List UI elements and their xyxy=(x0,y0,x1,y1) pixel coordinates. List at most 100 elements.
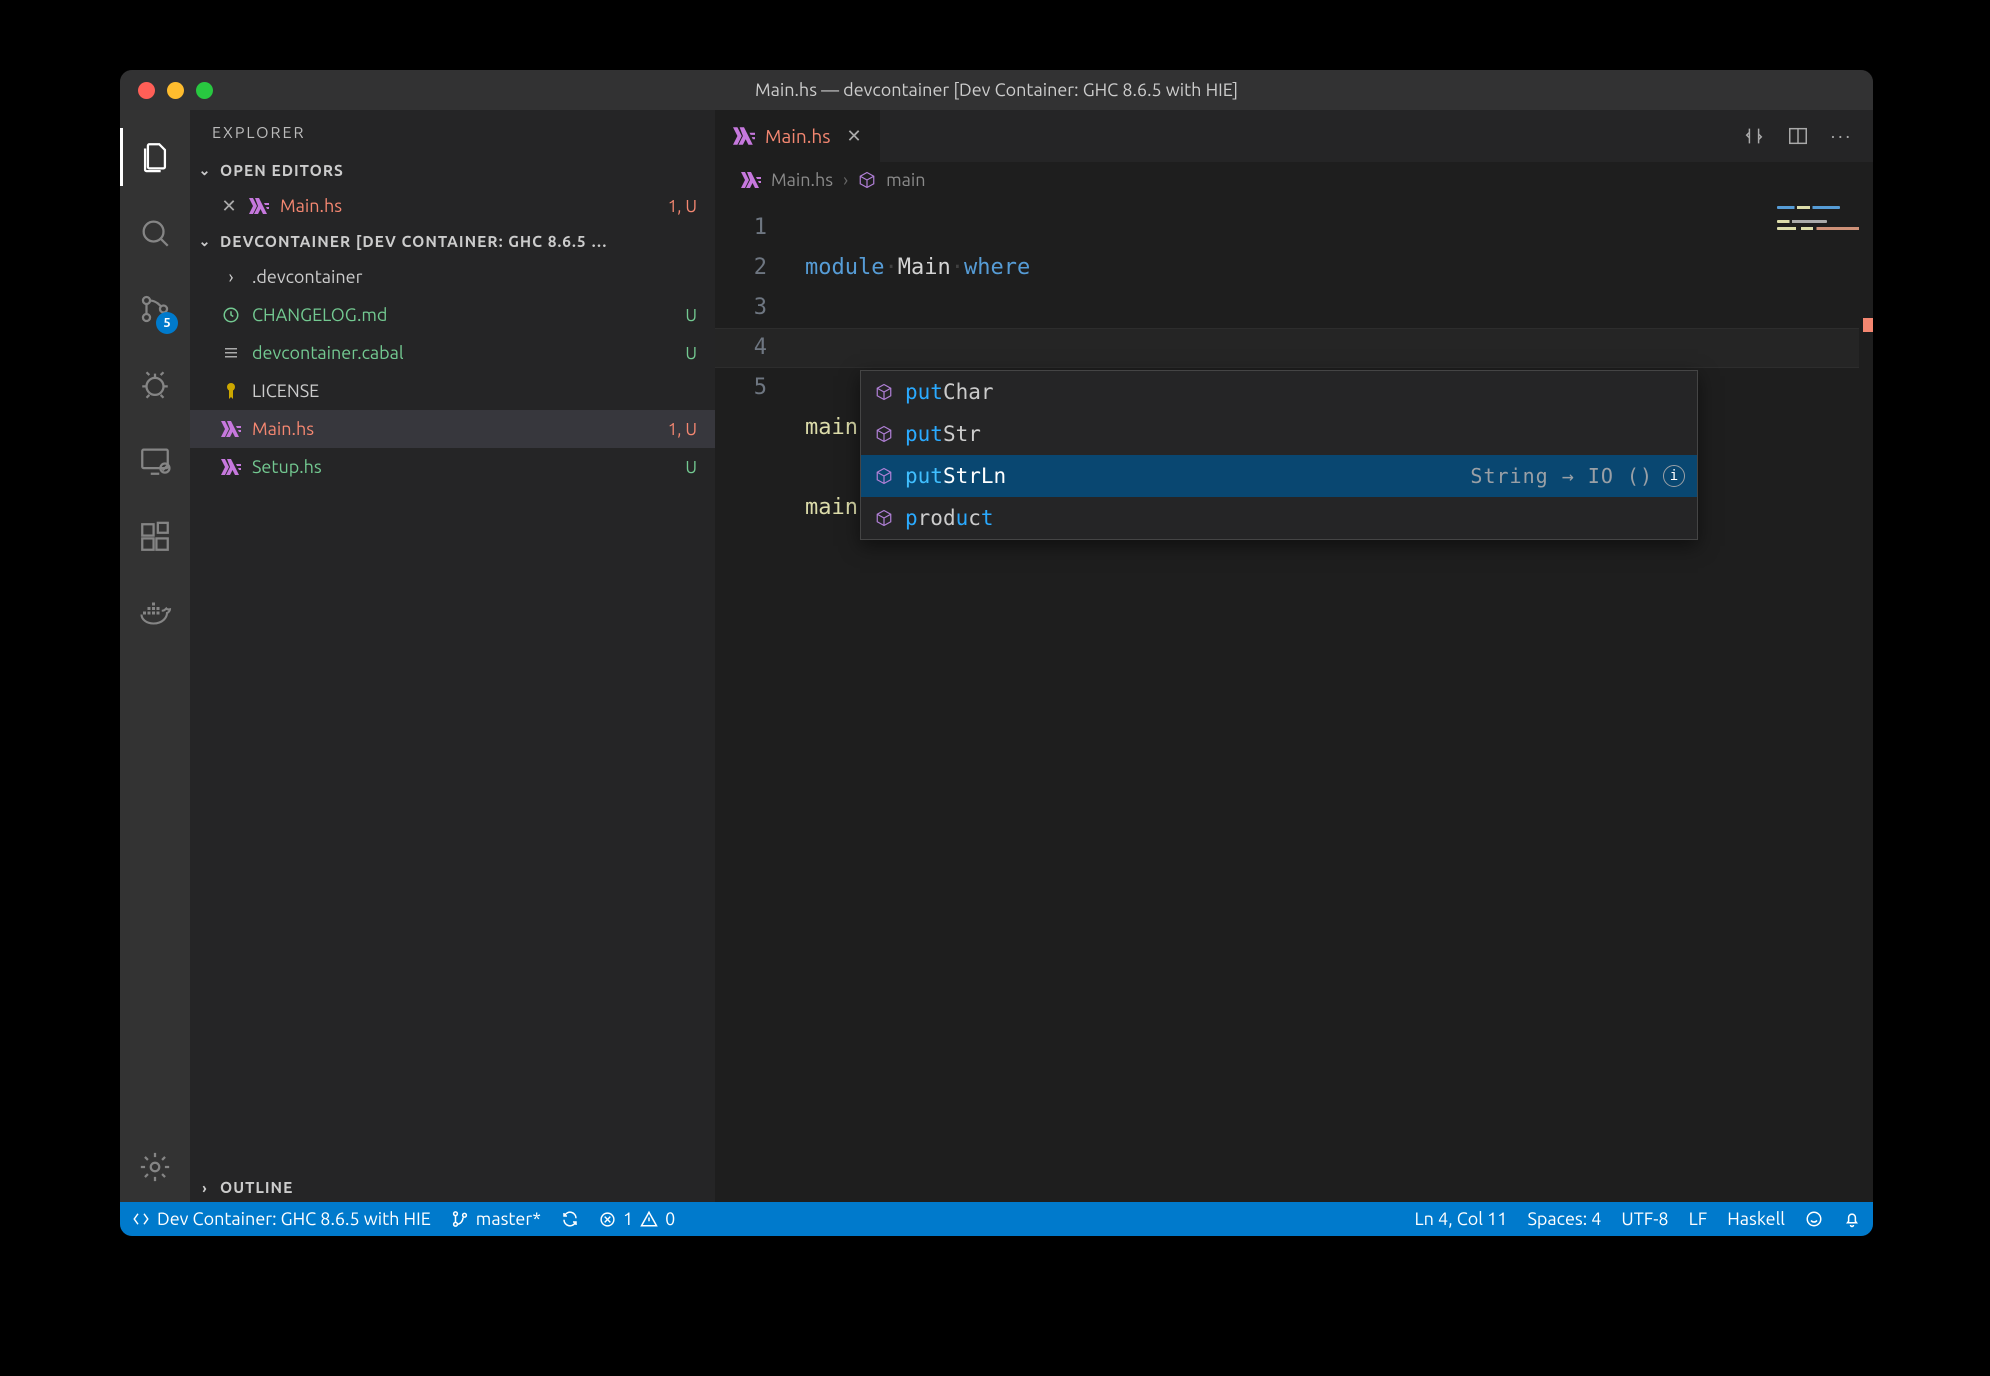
open-editor-item[interactable]: ✕ Main.hs 1, U xyxy=(190,187,715,225)
activity-debug[interactable] xyxy=(120,350,190,420)
tab-label: Main.hs xyxy=(765,125,831,147)
file-tree-item[interactable]: LICENSE xyxy=(190,372,715,410)
file-tree-item[interactable]: Setup.hs U xyxy=(190,448,715,486)
tok: Main xyxy=(898,255,951,280)
tabs-row: Main.hs ✕ ··· xyxy=(715,110,1873,162)
file-name: .devcontainer xyxy=(252,267,687,287)
search-icon xyxy=(138,216,172,250)
tab-main-hs[interactable]: Main.hs ✕ xyxy=(715,110,881,162)
remote-indicator[interactable]: Dev Container: GHC 8.6.5 with HIE xyxy=(132,1209,431,1229)
notifications-button[interactable] xyxy=(1843,1210,1861,1228)
haskell-icon xyxy=(220,421,242,437)
cube-icon xyxy=(873,425,895,443)
git-branch[interactable]: master* xyxy=(451,1209,541,1229)
file-status: 1, U xyxy=(668,420,701,439)
open-editor-name: Main.hs xyxy=(280,196,658,216)
tok: module xyxy=(805,255,884,280)
activity-explorer[interactable] xyxy=(120,122,190,192)
activity-docker[interactable] xyxy=(120,578,190,648)
file-icon xyxy=(220,345,242,361)
haskell-icon xyxy=(733,127,755,145)
editor-area: Main.hs ✕ ··· Main.hs xyxy=(715,110,1873,1202)
suggest-detail: String → IO () xyxy=(1470,464,1653,488)
file-name: Setup.hs xyxy=(252,457,675,477)
suggest-label: product xyxy=(905,506,1685,530)
suggest-item[interactable]: putChar xyxy=(861,371,1697,413)
open-editors-tree: ✕ Main.hs 1, U xyxy=(190,185,715,227)
file-tree-item[interactable]: devcontainer.cabal U xyxy=(190,334,715,372)
activity-search[interactable] xyxy=(120,198,190,268)
file-status: U xyxy=(685,306,701,325)
close-icon[interactable]: ✕ xyxy=(847,126,862,147)
traffic-lights xyxy=(138,82,213,99)
feedback-button[interactable] xyxy=(1805,1210,1823,1228)
maximize-window-button[interactable] xyxy=(196,82,213,99)
indentation[interactable]: Spaces: 4 xyxy=(1527,1209,1601,1229)
outline-header[interactable]: › OUTLINE xyxy=(190,1173,715,1202)
compare-icon[interactable] xyxy=(1743,125,1765,147)
suggest-item-selected[interactable]: putStrLn String → IO () i xyxy=(861,455,1697,497)
cube-icon xyxy=(873,383,895,401)
workspace-label: DEVCONTAINER [DEV CONTAINER: GHC 8.6.5 … xyxy=(220,233,608,250)
activity-bar: 5 xyxy=(120,110,190,1202)
encoding[interactable]: UTF-8 xyxy=(1621,1209,1668,1229)
haskell-icon xyxy=(741,172,761,188)
changelog-icon xyxy=(220,306,242,324)
file-tree-item[interactable]: Main.hs 1, U xyxy=(190,410,715,448)
more-icon[interactable]: ··· xyxy=(1831,126,1853,146)
vscode-window: Main.hs — devcontainer [Dev Container: G… xyxy=(120,70,1873,1236)
haskell-icon xyxy=(220,459,242,475)
sync-icon xyxy=(561,1210,579,1228)
tok: main xyxy=(805,415,858,440)
suggest-item[interactable]: putStr xyxy=(861,413,1697,455)
language-mode[interactable]: Haskell xyxy=(1727,1209,1785,1229)
file-tree-folder[interactable]: › .devcontainer xyxy=(190,258,715,296)
breadcrumb-symbol: main xyxy=(886,170,925,190)
sidebar-title: EXPLORER xyxy=(190,110,715,156)
cursor-position[interactable]: Ln 4, Col 11 xyxy=(1414,1209,1507,1229)
titlebar: Main.hs — devcontainer [Dev Container: G… xyxy=(120,70,1873,110)
minimap[interactable] xyxy=(1777,206,1867,246)
close-icon[interactable]: ✕ xyxy=(220,196,238,217)
statusbar: Dev Container: GHC 8.6.5 with HIE master… xyxy=(120,1202,1873,1236)
overview-ruler[interactable] xyxy=(1859,198,1873,1202)
suggest-label: putChar xyxy=(905,380,1685,404)
open-editors-header[interactable]: ⌄ OPEN EDITORS xyxy=(190,156,715,185)
chevron-right-icon: › xyxy=(843,170,848,190)
chevron-down-icon: ⌄ xyxy=(196,162,214,179)
problems-indicator[interactable]: 1 0 xyxy=(599,1209,675,1229)
close-window-button[interactable] xyxy=(138,82,155,99)
split-editor-icon[interactable] xyxy=(1787,125,1809,147)
line-number: 1 xyxy=(715,208,767,248)
workspace-header[interactable]: ⌄ DEVCONTAINER [DEV CONTAINER: GHC 8.6.5… xyxy=(190,227,715,256)
gear-icon xyxy=(138,1150,172,1184)
activity-settings[interactable] xyxy=(120,1132,190,1202)
line-number: 3 xyxy=(715,288,767,328)
error-marker xyxy=(1863,318,1873,332)
remote-explorer-icon xyxy=(138,444,172,478)
activity-extensions[interactable] xyxy=(120,502,190,572)
file-tree-item[interactable]: CHANGELOG.md U xyxy=(190,296,715,334)
file-name: LICENSE xyxy=(252,381,687,401)
chevron-down-icon: ⌄ xyxy=(196,233,214,250)
minimize-window-button[interactable] xyxy=(167,82,184,99)
sync-button[interactable] xyxy=(561,1210,579,1228)
activity-remote[interactable] xyxy=(120,426,190,496)
info-icon[interactable]: i xyxy=(1663,465,1685,487)
tok: where xyxy=(964,255,1030,280)
activity-scm[interactable]: 5 xyxy=(120,274,190,344)
chevron-right-icon: › xyxy=(220,267,242,287)
file-name: devcontainer.cabal xyxy=(252,343,675,363)
outline-label: OUTLINE xyxy=(220,1179,293,1196)
open-editor-status: 1, U xyxy=(668,197,701,216)
suggest-item[interactable]: product xyxy=(861,497,1697,539)
docker-icon xyxy=(137,595,173,631)
file-status: U xyxy=(685,344,701,363)
eol[interactable]: LF xyxy=(1689,1209,1708,1229)
files-icon xyxy=(138,140,172,174)
suggest-widget[interactable]: putChar putStr putStrLn String → IO () i xyxy=(860,370,1698,540)
remote-label: Dev Container: GHC 8.6.5 with HIE xyxy=(157,1209,431,1229)
breadcrumb[interactable]: Main.hs › main xyxy=(715,162,1873,198)
editor-body[interactable]: 1 2 3 4 5 module·Main·where main·::·IO·(… xyxy=(715,198,1873,1202)
chevron-right-icon: › xyxy=(196,1180,214,1196)
